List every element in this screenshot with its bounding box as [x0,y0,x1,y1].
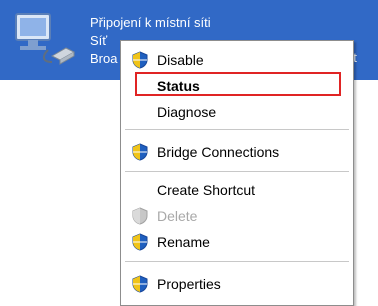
network-connection-icon [15,13,76,65]
context-menu: Disable Status Diagnose Bridge Connectio… [120,40,354,306]
uac-shield-icon [132,275,148,293]
menu-separator [125,129,349,130]
menu-item-bridge-connections[interactable]: Bridge Connections [121,139,353,165]
menu-item-label: Delete [157,208,198,224]
menu-separator [125,171,349,172]
uac-shield-icon [132,143,148,161]
uac-shield-icon [132,51,148,69]
menu-item-diagnose[interactable]: Diagnose [121,99,353,125]
uac-shield-icon [132,233,148,251]
menu-item-label: Bridge Connections [157,144,280,160]
menu-item-rename[interactable]: Rename [121,229,353,255]
network-connections-window: Připojení k místní síti Síť Broa et Disa… [0,0,378,306]
menu-separator [125,261,349,262]
uac-shield-icon [132,207,148,225]
menu-item-label: Disable [157,52,204,68]
menu-item-properties[interactable]: Properties [121,271,353,297]
connection-name: Připojení k místní síti [90,15,211,30]
menu-item-create-shortcut[interactable]: Create Shortcut [121,177,353,203]
menu-item-status[interactable]: Status [121,72,353,99]
menu-item-label: Diagnose [157,104,217,120]
menu-item-label: Create Shortcut [157,182,256,198]
menu-item-delete: Delete [121,203,353,229]
menu-item-label: Rename [157,234,210,250]
menu-item-label: Properties [157,276,221,292]
menu-item-disable[interactable]: Disable [121,47,353,73]
menu-item-label: Status [157,78,200,94]
